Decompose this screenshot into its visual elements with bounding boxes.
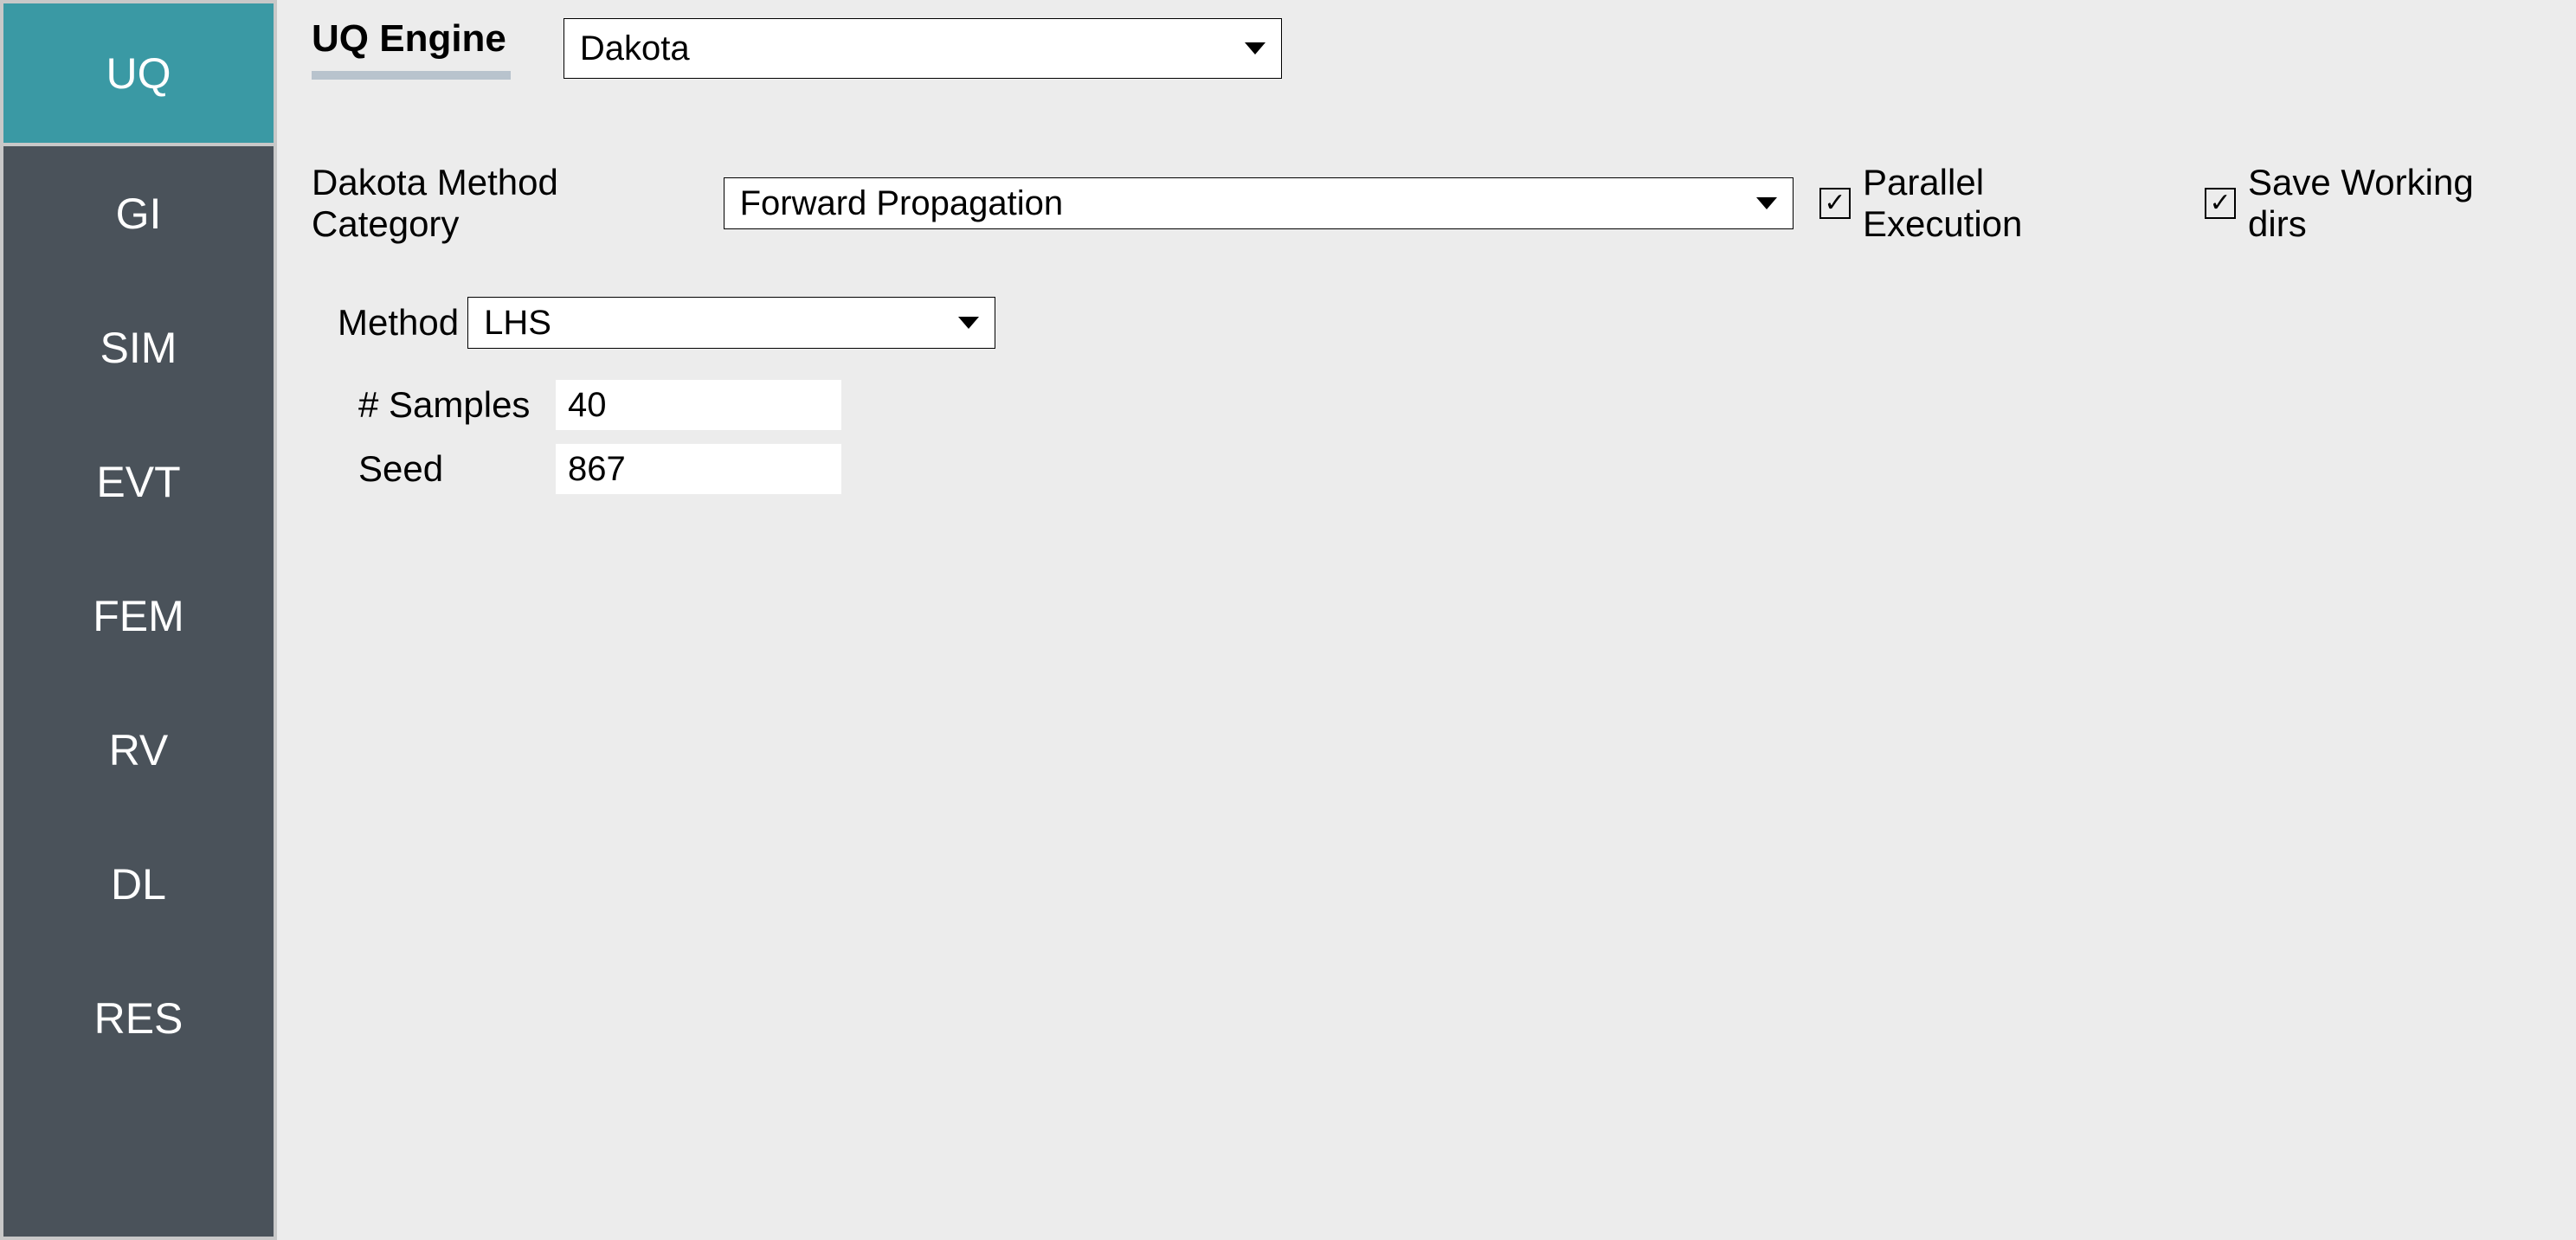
sidebar-filler (3, 1085, 274, 1237)
method-value: LHS (484, 304, 551, 343)
sidebar-item-dl[interactable]: DL (3, 817, 274, 951)
sidebar: UQ GI SIM EVT FEM RV DL RES (0, 0, 277, 1240)
parallel-execution-checkbox[interactable]: ✓ Parallel Execution (1819, 162, 2153, 245)
samples-input[interactable] (556, 380, 841, 430)
checkbox-box-icon: ✓ (2205, 188, 2236, 219)
title-underline (312, 71, 511, 80)
chevron-down-icon (1756, 197, 1777, 209)
chevron-down-icon (1245, 42, 1265, 55)
category-value: Forward Propagation (740, 184, 1064, 223)
save-working-dirs-checkbox[interactable]: ✓ Save Working dirs (2205, 162, 2541, 245)
samples-label: # Samples (358, 384, 556, 426)
sidebar-item-uq[interactable]: UQ (3, 3, 274, 146)
main-panel: UQ Engine Dakota Dakota Method Category … (277, 0, 2576, 1240)
sidebar-item-rv[interactable]: RV (3, 683, 274, 817)
sidebar-item-evt[interactable]: EVT (3, 414, 274, 549)
category-label: Dakota Method Category (312, 162, 715, 245)
seed-label: Seed (358, 448, 556, 490)
uq-engine-select[interactable]: Dakota (564, 18, 1282, 79)
sidebar-item-fem[interactable]: FEM (3, 549, 274, 683)
sidebar-item-res[interactable]: RES (3, 951, 274, 1085)
method-label: Method (338, 302, 459, 344)
uq-engine-value: Dakota (580, 29, 690, 68)
method-select[interactable]: LHS (467, 297, 995, 349)
chevron-down-icon (958, 317, 979, 329)
category-select[interactable]: Forward Propagation (724, 177, 1794, 229)
save-working-dirs-label: Save Working dirs (2248, 162, 2541, 245)
seed-input[interactable] (556, 444, 841, 494)
uq-engine-title: UQ Engine (312, 17, 532, 69)
sidebar-item-gi[interactable]: GI (3, 146, 274, 280)
sidebar-item-sim[interactable]: SIM (3, 280, 274, 414)
checkbox-box-icon: ✓ (1819, 188, 1851, 219)
parallel-execution-label: Parallel Execution (1863, 162, 2153, 245)
